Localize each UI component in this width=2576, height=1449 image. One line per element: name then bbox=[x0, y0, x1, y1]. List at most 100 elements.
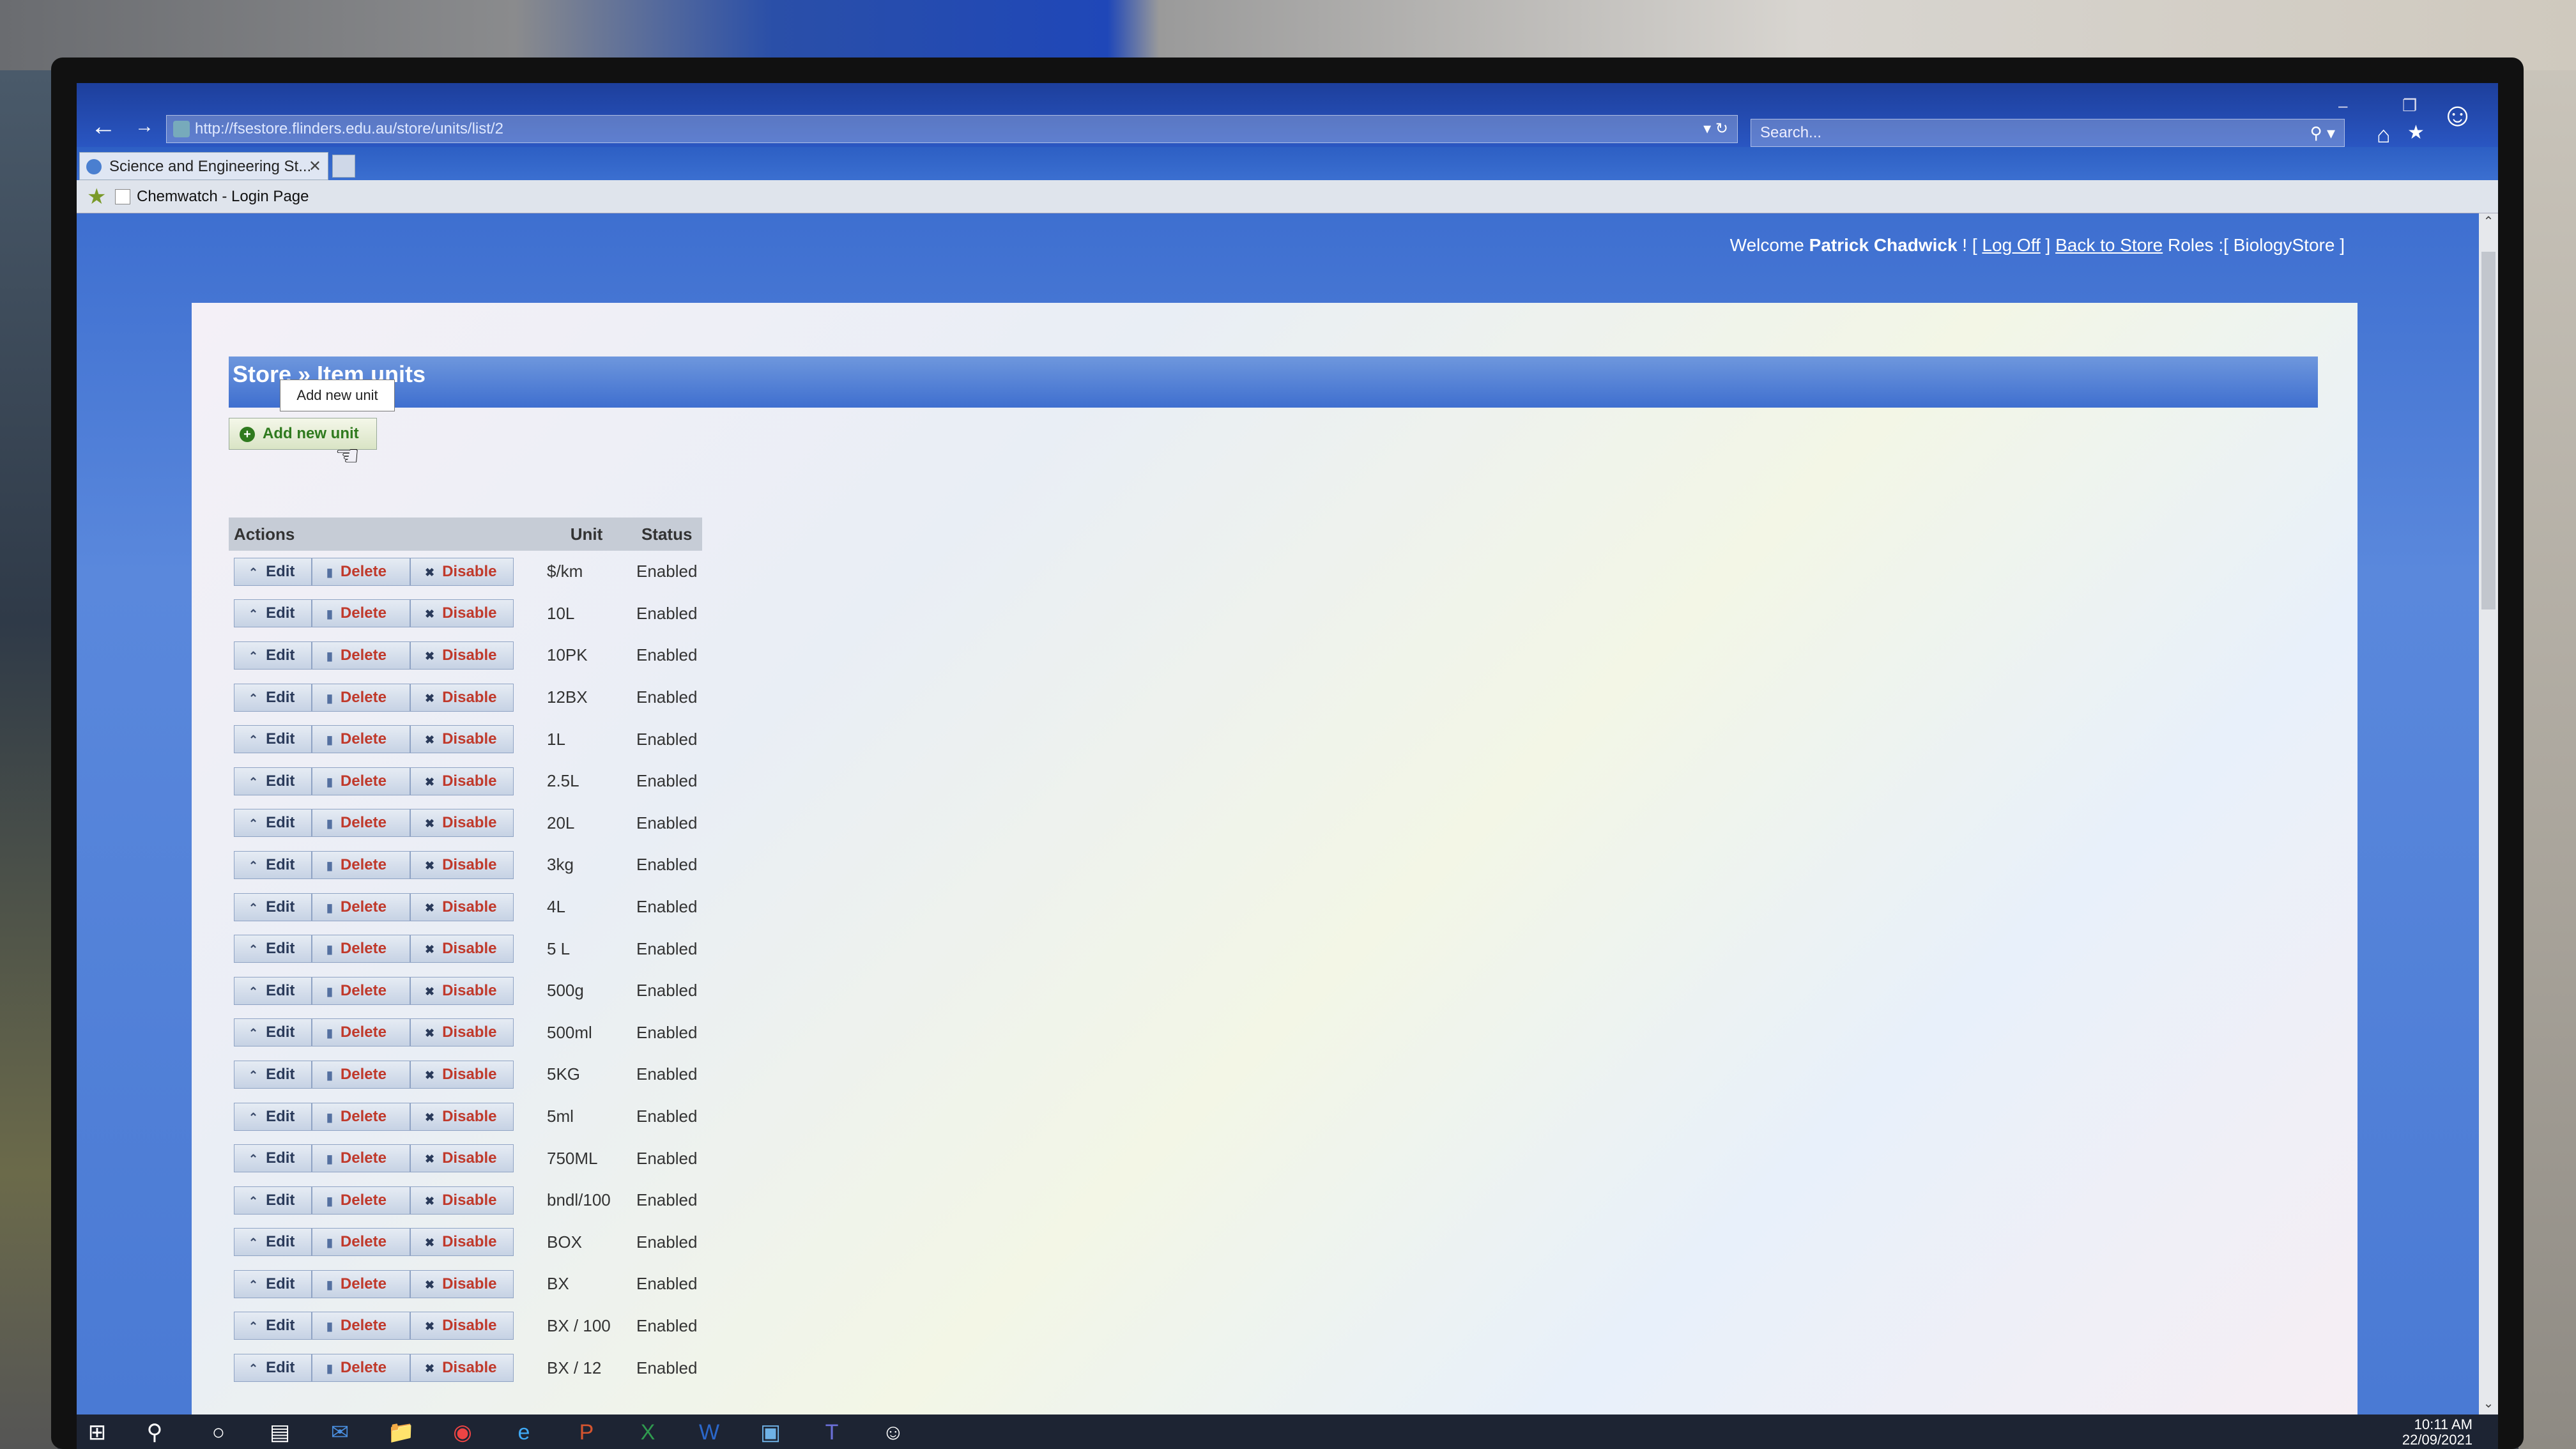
delete-button[interactable]: ▮ Delete bbox=[312, 809, 410, 838]
edit-button[interactable]: ⌃ Edit bbox=[234, 893, 312, 921]
edit-button[interactable]: ⌃ Edit bbox=[234, 1144, 312, 1173]
disable-button[interactable]: ✖ Disable bbox=[410, 1144, 514, 1173]
chrome-icon[interactable]: ◉ bbox=[448, 1418, 477, 1446]
back-to-store-link[interactable]: Back to Store bbox=[2055, 235, 2163, 255]
favorites-add-icon[interactable]: ★ bbox=[87, 184, 106, 210]
edit-button[interactable]: ⌃ Edit bbox=[234, 1018, 312, 1047]
delete-button[interactable]: ▮ Delete bbox=[312, 725, 410, 754]
file-explorer-icon[interactable]: 📁 bbox=[387, 1418, 415, 1446]
refresh-icon[interactable]: ▾ ↻ bbox=[1703, 116, 1728, 142]
forward-arrow-icon[interactable]: → bbox=[126, 109, 162, 144]
header-status[interactable]: Status bbox=[631, 518, 703, 551]
outlook-icon[interactable]: ✉ bbox=[326, 1418, 354, 1446]
edit-button[interactable]: ⌃ Edit bbox=[234, 641, 312, 670]
teams-icon[interactable]: T bbox=[818, 1418, 846, 1446]
disable-button[interactable]: ✖ Disable bbox=[410, 1060, 514, 1089]
delete-button[interactable]: ▮ Delete bbox=[312, 1102, 410, 1131]
edit-button[interactable]: ⌃ Edit bbox=[234, 1186, 312, 1215]
delete-button[interactable]: ▮ Delete bbox=[312, 893, 410, 921]
cortana-icon[interactable]: ○ bbox=[204, 1418, 233, 1446]
edit-button[interactable]: ⌃ Edit bbox=[234, 1269, 312, 1298]
vertical-scrollbar[interactable]: ⌃ ⌄ bbox=[2479, 213, 2498, 1414]
disable-button[interactable]: ✖ Disable bbox=[410, 641, 514, 670]
disable-button[interactable]: ✖ Disable bbox=[410, 1228, 514, 1257]
edit-button[interactable]: ⌃ Edit bbox=[234, 1354, 312, 1383]
edit-button[interactable]: ⌃ Edit bbox=[234, 599, 312, 628]
task-view-icon[interactable]: ▤ bbox=[266, 1418, 294, 1446]
minimize-icon[interactable]: – bbox=[2338, 96, 2347, 116]
restore-icon[interactable]: ❐ bbox=[2402, 96, 2417, 116]
edit-button[interactable]: ⌃ Edit bbox=[234, 976, 312, 1005]
disable-button[interactable]: ✖ Disable bbox=[410, 809, 514, 838]
delete-button[interactable]: ▮ Delete bbox=[312, 1018, 410, 1047]
scroll-thumb[interactable] bbox=[2481, 252, 2496, 610]
disable-button[interactable]: ✖ Disable bbox=[410, 599, 514, 628]
back-arrow-icon[interactable]: ← bbox=[86, 109, 121, 144]
search-icon[interactable]: ⚲ bbox=[141, 1418, 169, 1446]
disable-button[interactable]: ✖ Disable bbox=[410, 1102, 514, 1131]
edit-button[interactable]: ⌃ Edit bbox=[234, 1060, 312, 1089]
delete-button[interactable]: ▮ Delete bbox=[312, 1354, 410, 1383]
internet-explorer-icon[interactable]: e bbox=[510, 1418, 538, 1446]
header-unit[interactable]: Unit bbox=[542, 518, 631, 551]
address-bar[interactable]: http://fsestore.flinders.edu.au/store/un… bbox=[166, 115, 1738, 143]
close-icon[interactable]: ✕ bbox=[309, 153, 321, 181]
delete-button[interactable]: ▮ Delete bbox=[312, 683, 410, 712]
delete-button[interactable]: ▮ Delete bbox=[312, 641, 410, 670]
disable-button[interactable]: ✖ Disable bbox=[410, 1018, 514, 1047]
home-icon[interactable]: ⌂ bbox=[2377, 121, 2391, 148]
edit-button[interactable]: ⌃ Edit bbox=[234, 767, 312, 795]
excel-icon[interactable]: X bbox=[634, 1418, 662, 1446]
disable-button[interactable]: ✖ Disable bbox=[410, 935, 514, 963]
edit-button[interactable]: ⌃ Edit bbox=[234, 1228, 312, 1257]
helper-app-icon[interactable]: ☺ bbox=[879, 1418, 907, 1446]
powerpoint-icon[interactable]: P bbox=[572, 1418, 601, 1446]
disable-button[interactable]: ✖ Disable bbox=[410, 557, 514, 586]
user-smiley-icon[interactable]: ☺ bbox=[2441, 96, 2474, 134]
delete-button[interactable]: ▮ Delete bbox=[312, 767, 410, 795]
disable-button[interactable]: ✖ Disable bbox=[410, 683, 514, 712]
logoff-link[interactable]: Log Off bbox=[1982, 235, 2040, 255]
word-icon[interactable]: W bbox=[695, 1418, 723, 1446]
disable-button[interactable]: ✖ Disable bbox=[410, 893, 514, 921]
edit-button[interactable]: ⌃ Edit bbox=[234, 935, 312, 963]
delete-button[interactable]: ▮ Delete bbox=[312, 1144, 410, 1173]
windows-start-icon[interactable]: ⊞ bbox=[83, 1418, 111, 1446]
delete-button[interactable]: ▮ Delete bbox=[312, 976, 410, 1005]
delete-button[interactable]: ▮ Delete bbox=[312, 557, 410, 586]
new-tab-button[interactable] bbox=[332, 155, 355, 178]
delete-button[interactable]: ▮ Delete bbox=[312, 1312, 410, 1340]
unit-cell: 3kg bbox=[547, 855, 574, 875]
edit-button[interactable]: ⌃ Edit bbox=[234, 809, 312, 838]
edit-button[interactable]: ⌃ Edit bbox=[234, 683, 312, 712]
edit-button[interactable]: ⌃ Edit bbox=[234, 850, 312, 879]
disable-button[interactable]: ✖ Disable bbox=[410, 976, 514, 1005]
scroll-down-icon[interactable]: ⌄ bbox=[2479, 1395, 2498, 1414]
scroll-up-icon[interactable]: ⌃ bbox=[2479, 213, 2498, 233]
edit-button[interactable]: ⌃ Edit bbox=[234, 557, 312, 586]
app-icon[interactable]: ▣ bbox=[756, 1418, 785, 1446]
favorites-star-icon[interactable]: ★ bbox=[2407, 121, 2425, 144]
delete-button[interactable]: ▮ Delete bbox=[312, 1228, 410, 1257]
disable-button[interactable]: ✖ Disable bbox=[410, 1186, 514, 1215]
disable-button[interactable]: ✖ Disable bbox=[410, 1312, 514, 1340]
favorite-chemwatch[interactable]: Chemwatch - Login Page bbox=[115, 180, 309, 213]
tab-science-engineering[interactable]: Science and Engineering St... ✕ bbox=[79, 152, 328, 180]
edit-button[interactable]: ⌃ Edit bbox=[234, 1312, 312, 1340]
delete-button[interactable]: ▮ Delete bbox=[312, 850, 410, 879]
search-input[interactable]: Search... ⚲ ▾ bbox=[1751, 119, 2345, 147]
disable-button[interactable]: ✖ Disable bbox=[410, 1354, 514, 1383]
disable-button[interactable]: ✖ Disable bbox=[410, 1269, 514, 1298]
system-clock[interactable]: 10:11 AM 22/09/2021 bbox=[2402, 1417, 2472, 1448]
delete-button[interactable]: ▮ Delete bbox=[312, 935, 410, 963]
edit-button[interactable]: ⌃ Edit bbox=[234, 725, 312, 754]
disable-button[interactable]: ✖ Disable bbox=[410, 767, 514, 795]
search-icon[interactable]: ⚲ ▾ bbox=[2310, 119, 2335, 146]
disable-button[interactable]: ✖ Disable bbox=[410, 725, 514, 754]
delete-button[interactable]: ▮ Delete bbox=[312, 599, 410, 628]
delete-button[interactable]: ▮ Delete bbox=[312, 1060, 410, 1089]
delete-button[interactable]: ▮ Delete bbox=[312, 1186, 410, 1215]
delete-button[interactable]: ▮ Delete bbox=[312, 1269, 410, 1298]
edit-button[interactable]: ⌃ Edit bbox=[234, 1102, 312, 1131]
disable-button[interactable]: ✖ Disable bbox=[410, 850, 514, 879]
